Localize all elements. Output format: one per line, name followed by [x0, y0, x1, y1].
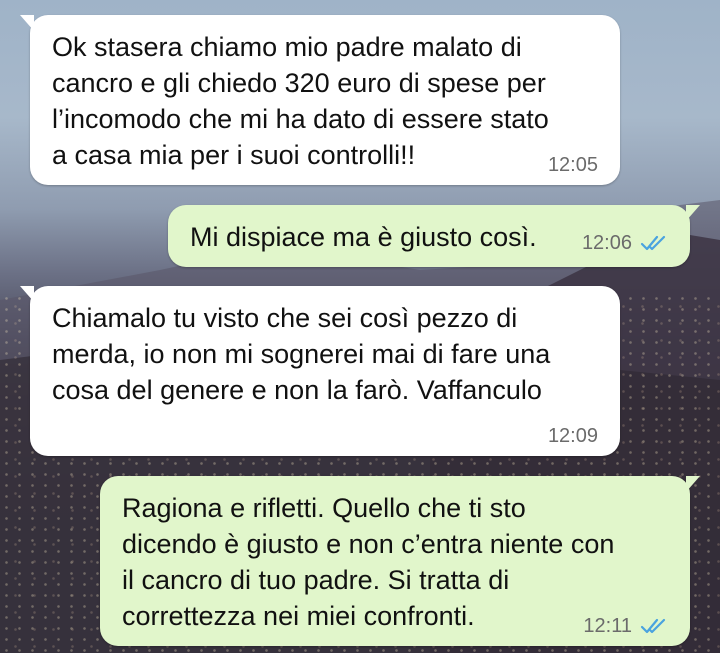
message-bubble-incoming[interactable]: Ok stasera chiamo mio padre malato di ca…: [20, 15, 620, 185]
message-meta: 12:11: [583, 616, 668, 636]
bubble-tail: [20, 286, 34, 302]
double-check-read-icon: [640, 618, 666, 634]
bubble-tail: [686, 476, 700, 492]
message-meta: 12:05: [548, 155, 598, 175]
message-meta: 12:06: [582, 233, 668, 253]
bubble-tail: [686, 205, 700, 221]
message-time: 12:11: [583, 615, 632, 637]
message-bubble-outgoing[interactable]: Mi dispiace ma è giusto così. 12:06: [168, 205, 700, 267]
message-meta: 12:09: [548, 426, 598, 446]
message-bubble-outgoing[interactable]: Ragiona e rifletti. Quello che ti sto di…: [100, 476, 700, 646]
message-text: Ragiona e rifletti. Quello che ti sto di…: [122, 493, 615, 631]
message-time: 12:09: [547, 425, 598, 447]
message-text: Chiamalo tu visto che sei così pezzo di …: [52, 303, 551, 405]
message-time: 12:06: [581, 232, 632, 254]
bubble-tail: [20, 15, 34, 31]
double-check-read-icon: [640, 235, 666, 251]
message-text: Ok stasera chiamo mio padre malato di ca…: [52, 32, 549, 170]
message-bubble-incoming[interactable]: Chiamalo tu visto che sei così pezzo di …: [20, 286, 620, 456]
message-time: 12:05: [547, 154, 598, 176]
